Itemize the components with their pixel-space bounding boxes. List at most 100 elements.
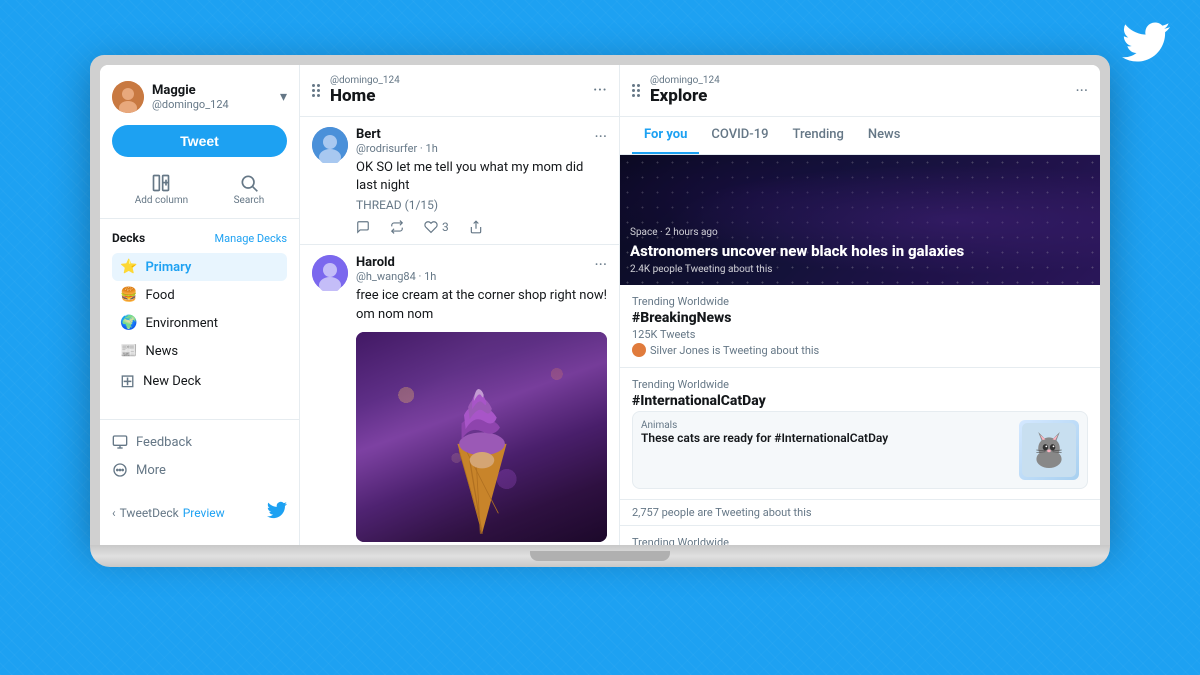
trending-label-1: Trending Worldwide: [632, 295, 1088, 308]
home-col-username: @domingo_124: [330, 75, 400, 86]
search-action[interactable]: Search: [234, 173, 265, 206]
home-column-menu[interactable]: ···: [593, 80, 607, 101]
tweet-harold: Harold @h_wang84 · 1h ··· free ice cream…: [300, 245, 619, 545]
explore-title: Explore: [650, 86, 720, 106]
sidebar-actions: Add column Search: [100, 169, 299, 219]
preview-label: Preview: [183, 506, 225, 520]
home-column: @domingo_124 Home ···: [300, 65, 620, 545]
home-column-header: @domingo_124 Home ···: [300, 65, 619, 117]
sidebar-footer-left: ‹ TweetDeck Preview: [112, 506, 225, 520]
manage-decks-link[interactable]: Manage Decks: [215, 232, 287, 245]
sidebar: Maggie @domingo_124 ▾ Tweet: [100, 65, 300, 545]
tweet-image-ice-cream: [356, 332, 607, 542]
deck-label-primary: Primary: [145, 260, 191, 275]
harold-name: Harold: [356, 255, 436, 270]
hero-title: Astronomers uncover new black holes in g…: [630, 242, 1090, 260]
bert-like-action[interactable]: 3: [424, 220, 449, 234]
tab-covid19[interactable]: COVID-19: [699, 117, 780, 154]
trending-by-1: Silver Jones is Tweeting about this: [632, 343, 1088, 357]
deck-label-news: News: [145, 344, 178, 359]
bert-retweet-action[interactable]: [390, 220, 404, 234]
user-info: Maggie @domingo_124: [112, 81, 229, 113]
tweet-harold-meta: Harold @h_wang84 · 1h ··· free ice cream…: [312, 255, 607, 545]
news-hero-card[interactable]: Space · 2 hours ago Astronomers uncover …: [620, 155, 1100, 285]
bert-tweet-more[interactable]: ···: [594, 127, 607, 146]
deck-icon-food: 🍔: [120, 287, 137, 303]
avatar: [112, 81, 144, 113]
tweet-bert-meta: Bert @rodrisurfer · 1h ··· OK SO let me …: [312, 127, 607, 234]
search-label: Search: [234, 195, 265, 206]
harold-author-info: Harold @h_wang84 · 1h: [356, 255, 436, 283]
tab-trending[interactable]: Trending: [780, 117, 855, 154]
decks-title: Decks: [112, 231, 145, 245]
trending-people-count: 2,757 people are Tweeting about this: [620, 500, 1100, 526]
harold-avatar: [312, 255, 348, 291]
trending-by-avatar-1: [632, 343, 646, 357]
explore-header: @domingo_124 Explore ···: [620, 65, 1100, 117]
tab-news[interactable]: News: [856, 117, 913, 154]
deck-icon-new: ⊞: [120, 371, 135, 392]
feedback-label: Feedback: [136, 435, 192, 450]
explore-title-block: @domingo_124 Explore: [650, 75, 720, 106]
laptop-container: Maggie @domingo_124 ▾ Tweet: [90, 55, 1110, 635]
deck-icon-news: 📰: [120, 343, 137, 359]
user-handle: @domingo_124: [152, 98, 229, 111]
home-column-title-block: @domingo_124 Home: [330, 75, 400, 106]
trending-by-text-1: Silver Jones is Tweeting about this: [650, 344, 819, 357]
user-text: Maggie @domingo_124: [152, 83, 229, 111]
deck-icon-environment: 🌍: [120, 315, 137, 331]
laptop-body: Maggie @domingo_124 ▾ Tweet: [90, 55, 1110, 545]
explore-content: Space · 2 hours ago Astronomers uncover …: [620, 155, 1100, 545]
bert-handle: @rodrisurfer · 1h: [356, 142, 438, 155]
deck-item-food[interactable]: 🍔 Food: [112, 281, 287, 309]
add-column-label: Add column: [135, 195, 188, 206]
bert-tweet-text: OK SO let me tell you what my mom did la…: [356, 159, 607, 195]
trending-count-1: 125K Tweets: [632, 328, 1088, 341]
cat-day-category: Animals: [641, 420, 1011, 431]
deck-icon-primary: ⭐: [120, 259, 137, 275]
hero-count: 2.4K people Tweeting about this: [630, 264, 1090, 275]
trending-label-2: Trending Worldwide: [632, 378, 1088, 391]
more-item[interactable]: More: [112, 456, 287, 484]
deck-item-news[interactable]: 📰 News: [112, 337, 287, 365]
bert-reply-action[interactable]: [356, 220, 370, 234]
cat-day-image: [1019, 420, 1079, 480]
deck-item-primary[interactable]: ⭐ Primary: [112, 253, 287, 281]
laptop-screen: Maggie @domingo_124 ▾ Tweet: [100, 65, 1100, 545]
tab-for-you[interactable]: For you: [632, 117, 699, 154]
trending-greatest[interactable]: Trending Worldwide #GreatestOfAllTime 12…: [620, 526, 1100, 545]
decks-header: Decks Manage Decks: [112, 231, 287, 245]
explore-column-menu[interactable]: ···: [1075, 81, 1088, 100]
laptop-notch: [530, 551, 670, 561]
tweet-bert-header: Bert @rodrisurfer · 1h ···: [356, 127, 607, 155]
hero-text: Space · 2 hours ago Astronomers uncover …: [630, 227, 1090, 275]
trending-label-3: Trending Worldwide: [632, 536, 1088, 545]
add-column-action[interactable]: Add column: [135, 173, 188, 206]
ice-cream-svg: [432, 362, 532, 542]
deck-label-food: Food: [145, 288, 174, 303]
deck-label-environment: Environment: [145, 316, 218, 331]
sidebar-bottom: Feedback More: [100, 419, 299, 492]
username: Maggie: [152, 83, 229, 98]
trending-hashtag-1: #BreakingNews: [632, 310, 1088, 326]
tweetdeck-app: Maggie @domingo_124 ▾ Tweet: [100, 65, 1100, 545]
explore-column: @domingo_124 Explore ··· For you COVID-1…: [620, 65, 1100, 545]
tweet-button[interactable]: Tweet: [112, 125, 287, 157]
harold-tweet-more[interactable]: ···: [594, 255, 607, 274]
explore-username: @domingo_124: [650, 75, 720, 86]
cat-day-card: Animals These cats are ready for #Intern…: [632, 411, 1088, 489]
deck-label-new: New Deck: [143, 374, 201, 389]
deck-item-new[interactable]: ⊞ New Deck: [112, 365, 287, 398]
feedback-item[interactable]: Feedback: [112, 428, 287, 456]
explore-tabs: For you COVID-19 Trending News: [620, 117, 1100, 155]
deck-item-environment[interactable]: 🌍 Environment: [112, 309, 287, 337]
trending-cat-day[interactable]: Trending Worldwide #InternationalCatDay …: [620, 368, 1100, 500]
tweet-harold-content: Harold @h_wang84 · 1h ··· free ice cream…: [356, 255, 607, 545]
bert-name: Bert: [356, 127, 438, 142]
bert-share-action[interactable]: [469, 220, 483, 234]
chevron-down-icon[interactable]: ▾: [280, 89, 287, 105]
tweetdeck-label: TweetDeck: [120, 506, 179, 520]
harold-tweet-text: free ice cream at the corner shop right …: [356, 287, 607, 323]
hero-category: Space · 2 hours ago: [630, 227, 1090, 238]
trending-breaking-news[interactable]: Trending Worldwide #BreakingNews 125K Tw…: [620, 285, 1100, 368]
